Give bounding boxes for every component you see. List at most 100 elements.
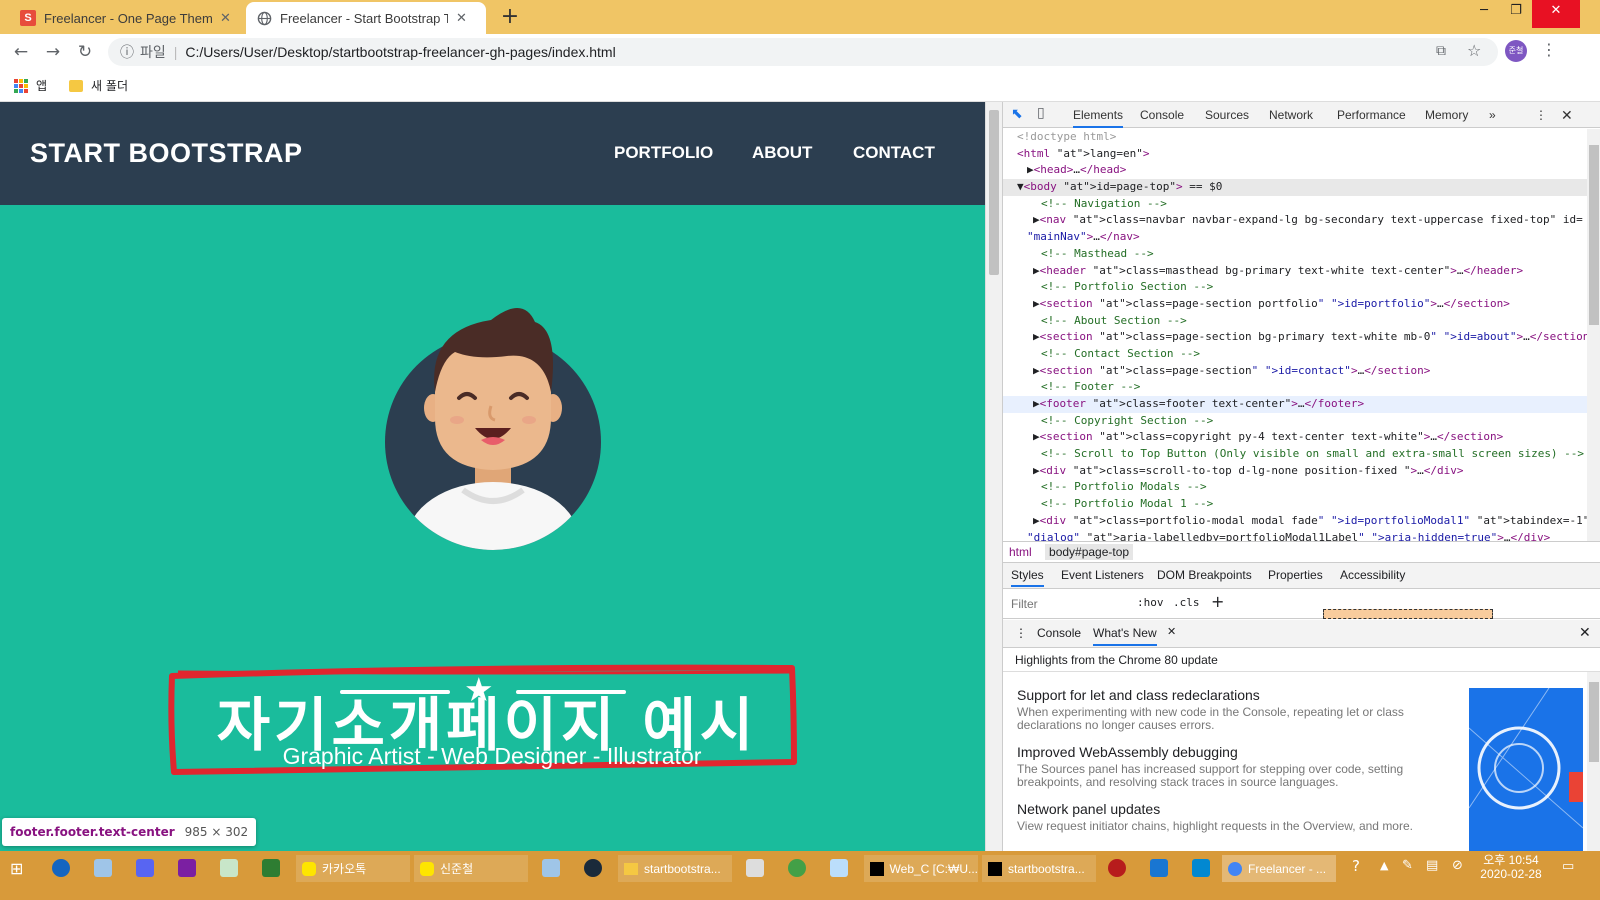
taskbar-app-explorer[interactable]: startbootstra... xyxy=(618,855,732,882)
navbar-brand[interactable]: START BOOTSTRAP xyxy=(30,138,303,169)
close-drawer-tab-icon[interactable]: ✕ xyxy=(1167,625,1176,638)
tab-event-listeners[interactable]: Event Listeners xyxy=(1061,568,1144,582)
breadcrumb-body[interactable]: body#page-top xyxy=(1045,544,1134,560)
browser-menu-icon[interactable]: ⋮ xyxy=(1541,40,1557,59)
tray-icon[interactable]: ✎ xyxy=(1402,858,1413,873)
devtools-tab-sources[interactable]: Sources xyxy=(1205,102,1249,128)
tab-styles[interactable]: Styles xyxy=(1011,568,1044,587)
dom-node-line[interactable]: ▶<head>…</head> xyxy=(1003,162,1600,179)
url-text[interactable]: C:/Users/User/Desktop/startbootstrap-fre… xyxy=(185,44,615,60)
bookmark-apps[interactable]: 앱 xyxy=(14,77,47,94)
tab-accessibility[interactable]: Accessibility xyxy=(1340,568,1405,582)
dom-node-line[interactable]: <!-- Portfolio Section --> xyxy=(1003,279,1600,296)
inspect-element-icon[interactable]: ⬉ xyxy=(1011,106,1023,122)
devtools-tab-performance[interactable]: Performance xyxy=(1337,102,1406,128)
devtools-tab-network[interactable]: Network xyxy=(1269,102,1313,128)
drawer-scrollbar[interactable] xyxy=(1587,672,1600,852)
steam-icon[interactable] xyxy=(584,859,602,877)
close-tab-icon[interactable]: ✕ xyxy=(456,10,467,26)
styles-filter-input[interactable] xyxy=(1007,593,1127,615)
devtools-tab-console[interactable]: Console xyxy=(1140,102,1184,128)
dom-node-line[interactable]: <html "at">lang=en"> xyxy=(1003,146,1600,163)
more-tabs-icon[interactable]: » xyxy=(1489,102,1496,128)
site-info-icon[interactable]: ⓘ xyxy=(120,42,134,62)
app-icon[interactable] xyxy=(1108,859,1126,877)
dom-node-line[interactable]: ▶<section "at">class=copyright py-4 text… xyxy=(1003,429,1600,446)
whats-new-item[interactable]: Support for let and class redeclarations… xyxy=(1017,687,1427,732)
dom-node-line[interactable]: ▶<div "at">class=scroll-to-top d-lg-none… xyxy=(1003,463,1600,480)
devtools-tab-memory[interactable]: Memory xyxy=(1425,102,1468,128)
dom-node-line[interactable]: <!-- Portfolio Modals --> xyxy=(1003,479,1600,496)
app-icon[interactable] xyxy=(830,859,848,877)
whats-new-item[interactable]: Network panel updates View request initi… xyxy=(1017,801,1427,833)
dom-tree[interactable]: <!doctype html> <html "at">lang=en"> ▶<hea… xyxy=(1003,129,1600,541)
address-bar[interactable]: ⓘ 파일 | C:/Users/User/Desktop/startbootst… xyxy=(108,38,1498,66)
app-icon[interactable] xyxy=(262,859,280,877)
tray-expand-icon[interactable]: ▲ xyxy=(1380,859,1388,872)
dom-node-line[interactable]: <!-- Footer --> xyxy=(1003,379,1600,396)
page-scrollbar[interactable] xyxy=(985,102,1002,874)
dom-node-line[interactable]: <!-- Portfolio Modal 1 --> xyxy=(1003,496,1600,513)
device-toolbar-icon[interactable]: ▯ xyxy=(1037,105,1045,121)
dom-node-line[interactable]: ▶<footer "at">class=footer text-center">… xyxy=(1003,396,1600,413)
drawer-menu-icon[interactable]: ⋮ xyxy=(1015,626,1027,640)
dom-node-line[interactable]: <!-- Contact Section --> xyxy=(1003,346,1600,363)
tab-properties[interactable]: Properties xyxy=(1268,568,1323,582)
new-tab-button[interactable]: + xyxy=(496,4,524,30)
vscode-icon[interactable] xyxy=(1192,859,1210,877)
taskbar-app-chrome[interactable]: Freelancer - ... xyxy=(1222,855,1336,882)
dom-node-line[interactable]: ▶<section "at">class=page-section portfo… xyxy=(1003,296,1600,313)
help-icon[interactable]: ? xyxy=(1352,857,1360,875)
notepad-icon[interactable] xyxy=(220,859,238,877)
network-icon[interactable]: ▤ xyxy=(1426,858,1438,873)
dom-node-line[interactable]: ▶<div "at">class=portfolio-modal modal f… xyxy=(1003,513,1600,530)
devtools-tab-elements[interactable]: Elements xyxy=(1073,102,1124,128)
back-arrow-icon[interactable]: ← xyxy=(10,42,32,62)
dom-scrollbar[interactable] xyxy=(1587,129,1600,541)
breadcrumb-html[interactable]: html xyxy=(1009,545,1032,559)
close-tab-icon[interactable]: ✕ xyxy=(220,10,231,26)
devtools-menu-icon[interactable]: ⋮ xyxy=(1535,102,1547,128)
tab-freelancer-start-bootstrap[interactable]: Freelancer - Start Bootstrap The ✕ xyxy=(246,2,486,34)
scrollbar-thumb[interactable] xyxy=(989,110,999,275)
dom-node-line[interactable]: ▶<section "at">class=page-section bg-pri… xyxy=(1003,329,1600,346)
bookmark-new-folder[interactable]: 새 폴더 xyxy=(69,77,128,94)
add-style-rule-icon[interactable]: + xyxy=(1211,592,1224,611)
app-icon[interactable] xyxy=(746,859,764,877)
notifications-icon[interactable]: ▭ xyxy=(1562,859,1574,874)
taskbar-app-chat[interactable]: 신준철 xyxy=(414,855,528,882)
dom-node-line[interactable]: ▶<nav "at">class=navbar navbar-expand-lg… xyxy=(1003,212,1600,229)
profile-avatar[interactable]: 준철 xyxy=(1505,40,1527,62)
dom-node-line[interactable]: "dialog" "at">aria-labelledby=portfolioM… xyxy=(1003,530,1600,542)
dom-node-line[interactable]: <!doctype html> xyxy=(1003,129,1600,146)
close-window-button[interactable]: ✕ xyxy=(1532,0,1580,28)
scrollbar-thumb[interactable] xyxy=(1589,682,1599,762)
dom-node-line[interactable]: ▶<header "at">class=masthead bg-primary … xyxy=(1003,263,1600,280)
translate-icon[interactable]: ⧉ xyxy=(1436,43,1446,59)
dom-node-line[interactable]: ▼<body "at">id=page-top"> == $0 xyxy=(1003,179,1600,196)
tab-freelancer-one-page[interactable]: S Freelancer - One Page Theme - ✕ xyxy=(10,2,246,34)
visual-studio-icon[interactable] xyxy=(178,859,196,877)
dom-node-line[interactable]: <!-- About Section --> xyxy=(1003,313,1600,330)
reload-icon[interactable]: ↻ xyxy=(74,42,96,62)
minimize-button[interactable]: ─ xyxy=(1468,0,1500,28)
taskbar-app-pycharm-2[interactable]: startbootstra... xyxy=(982,855,1096,882)
cls-toggle[interactable]: .cls xyxy=(1173,596,1200,609)
taskbar-clock[interactable]: 오후 10:54 2020-02-28 xyxy=(1476,853,1546,881)
nav-link-contact[interactable]: CONTACT xyxy=(853,143,935,163)
windows-start-icon[interactable]: ⊞ xyxy=(10,859,23,878)
close-devtools-icon[interactable]: ✕ xyxy=(1561,102,1573,128)
dom-node-line[interactable]: <!-- Masthead --> xyxy=(1003,246,1600,263)
dom-node-line[interactable]: "mainNav">…</nav> xyxy=(1003,229,1600,246)
discord-icon[interactable] xyxy=(136,859,154,877)
dom-node-line[interactable]: ▶<section "at">class=page-section" ">id=… xyxy=(1003,363,1600,380)
tab-dom-breakpoints[interactable]: DOM Breakpoints xyxy=(1157,568,1252,582)
drawer-tab-console[interactable]: Console xyxy=(1037,626,1081,640)
dom-node-line[interactable]: <!-- Scroll to Top Button (Only visible … xyxy=(1003,446,1600,463)
nav-link-portfolio[interactable]: PORTFOLIO xyxy=(614,143,713,163)
taskbar-app-kakaotalk[interactable]: 카카오톡 xyxy=(296,855,410,882)
whats-new-item[interactable]: Improved WebAssembly debugging The Sourc… xyxy=(1017,744,1427,789)
file-explorer-icon[interactable] xyxy=(94,859,112,877)
chrome-pinned-icon[interactable] xyxy=(52,859,70,877)
maximize-button[interactable]: ❐ xyxy=(1500,0,1532,28)
